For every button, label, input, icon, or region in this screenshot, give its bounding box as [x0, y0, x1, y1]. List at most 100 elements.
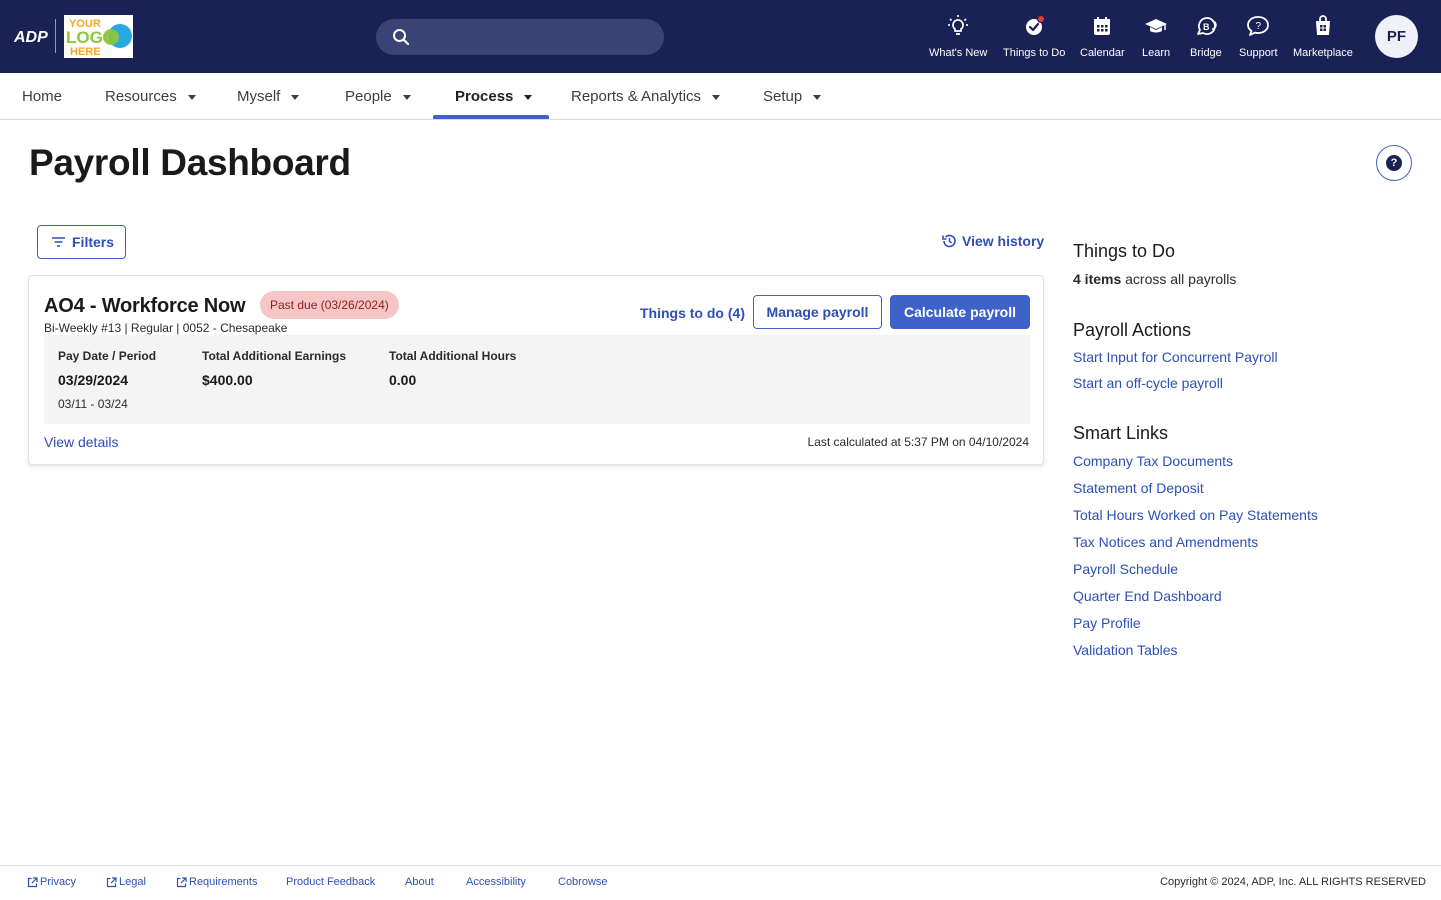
- payroll-actions-heading: Payroll Actions: [1073, 320, 1192, 340]
- footer-link-label: About: [405, 876, 434, 888]
- svg-text:B: B: [1203, 22, 1210, 32]
- link-quarter-end-dashboard[interactable]: Quarter End Dashboard: [1073, 588, 1222, 604]
- menu-label: Reports & Analytics: [571, 88, 702, 105]
- nav-label: What's New: [929, 47, 988, 59]
- last-calculated-text: Last calculated at 5:37 PM on 04/10/2024: [807, 435, 1030, 449]
- footer-link-about[interactable]: About: [405, 876, 434, 888]
- user-avatar[interactable]: PF: [1375, 15, 1418, 58]
- bridge-icon: B: [1196, 17, 1217, 35]
- main-menu: Home Resources Myself People Process Rep…: [0, 73, 1441, 120]
- nav-things-to-do[interactable]: Things to Do: [1003, 14, 1065, 59]
- stat-additional-earnings: Total Additional Earnings $400.00: [202, 349, 346, 388]
- nav-whats-new[interactable]: What's New: [929, 14, 987, 59]
- nav-label: Things to Do: [1003, 47, 1066, 59]
- calendar-icon: [1094, 17, 1111, 35]
- link-total-hours-worked[interactable]: Total Hours Worked on Pay Statements: [1073, 507, 1318, 523]
- nav-bridge[interactable]: B Bridge: [1190, 14, 1222, 59]
- help-icon: ?: [1386, 155, 1402, 171]
- menu-reports-analytics[interactable]: Reports & Analytics: [571, 73, 721, 120]
- manage-payroll-button[interactable]: Manage payroll: [753, 295, 882, 329]
- menu-resources[interactable]: Resources: [105, 73, 196, 120]
- menu-process[interactable]: Process: [455, 73, 533, 120]
- active-tab-indicator: [433, 115, 549, 119]
- link-pay-profile[interactable]: Pay Profile: [1073, 615, 1141, 631]
- nav-support[interactable]: ? Support: [1239, 14, 1278, 59]
- footer-link-accessibility[interactable]: Accessibility: [466, 876, 526, 888]
- link-statement-of-deposit[interactable]: Statement of Deposit: [1073, 480, 1204, 496]
- stat-value: $400.00: [202, 372, 253, 388]
- footer-link-label: Privacy: [40, 876, 77, 888]
- menu-label: Setup: [763, 88, 803, 105]
- link-tax-notices[interactable]: Tax Notices and Amendments: [1073, 534, 1258, 550]
- search-icon: [393, 29, 410, 46]
- nav-label: Support: [1239, 47, 1278, 59]
- stat-label: Pay Date / Period: [58, 349, 157, 363]
- caret-down-icon: [291, 94, 300, 100]
- stat-additional-hours: Total Additional Hours 0.00: [389, 349, 516, 388]
- stat-sub: 03/11 - 03/24: [58, 397, 128, 411]
- caret-down-icon: [813, 94, 822, 100]
- filters-button[interactable]: Filters: [37, 225, 126, 259]
- footer-link-label: Requirements: [189, 876, 258, 888]
- menu-setup[interactable]: Setup: [763, 73, 822, 120]
- menu-label: People: [345, 88, 392, 105]
- view-details-link[interactable]: View details: [44, 434, 118, 450]
- company-logo[interactable]: YOUR LOGO HERE: [64, 15, 133, 58]
- stat-label: Total Additional Earnings: [202, 349, 346, 363]
- copyright-text: Copyright © 2024, ADP, Inc. ALL RIGHTS R…: [1160, 876, 1426, 888]
- menu-people[interactable]: People: [345, 73, 411, 120]
- nav-marketplace[interactable]: Marketplace: [1293, 14, 1353, 59]
- svg-text:ADP: ADP: [14, 29, 48, 46]
- calculate-payroll-button[interactable]: Calculate payroll: [890, 295, 1030, 329]
- menu-label: Home: [22, 88, 63, 105]
- chat-bubble-icon: ?: [1247, 16, 1270, 36]
- footer-link-requirements[interactable]: Requirements: [176, 876, 257, 888]
- things-to-do-count-rest: across all payrolls: [1121, 271, 1237, 287]
- menu-label: Resources: [105, 88, 177, 105]
- nav-label: Bridge: [1190, 47, 1222, 59]
- nav-label: Learn: [1142, 47, 1171, 59]
- link-company-tax-documents[interactable]: Company Tax Documents: [1073, 453, 1233, 469]
- footer-link-legal[interactable]: Legal: [106, 876, 146, 888]
- stat-label: Total Additional Hours: [389, 349, 517, 363]
- link-payroll-schedule[interactable]: Payroll Schedule: [1073, 561, 1178, 577]
- nav-learn[interactable]: Learn: [1142, 14, 1170, 59]
- footer-link-label: Accessibility: [466, 876, 526, 888]
- logo-divider: [55, 19, 56, 53]
- link-start-off-cycle-payroll[interactable]: Start an off-cycle payroll: [1073, 375, 1223, 391]
- things-to-do-link[interactable]: Things to do (4): [640, 305, 745, 321]
- external-link-icon: [106, 876, 117, 887]
- page-title: Payroll Dashboard: [29, 142, 351, 183]
- filter-icon: [52, 237, 65, 247]
- menu-home[interactable]: Home: [22, 73, 62, 120]
- things-to-do-heading: Things to Do: [1073, 241, 1176, 261]
- footer-link-label: Cobrowse: [558, 876, 608, 888]
- check-circle-icon: [1026, 15, 1046, 35]
- filters-label: Filters: [72, 234, 115, 250]
- adp-logo[interactable]: ADP: [14, 26, 48, 46]
- things-to-do-count: 4 items: [1073, 271, 1122, 287]
- payroll-summary-panel: Pay Date / Period 03/29/2024 03/11 - 03/…: [44, 335, 1030, 424]
- stat-pay-date: Pay Date / Period 03/29/2024 03/11 - 03/…: [58, 349, 156, 411]
- stat-value: 0.00: [389, 372, 417, 388]
- marketplace-icon: [1315, 15, 1330, 35]
- footer-link-cobrowse[interactable]: Cobrowse: [558, 876, 608, 888]
- footer-link-privacy[interactable]: Privacy: [27, 876, 76, 888]
- help-button[interactable]: ?: [1376, 145, 1412, 181]
- svg-text:LOGO: LOGO: [66, 28, 116, 47]
- caret-down-icon: [524, 94, 533, 100]
- things-to-do-summary: 4 items across all payrolls: [1073, 271, 1236, 287]
- link-validation-tables[interactable]: Validation Tables: [1073, 642, 1178, 658]
- nav-calendar[interactable]: Calendar: [1080, 14, 1125, 59]
- footer-link-product-feedback[interactable]: Product Feedback: [286, 876, 375, 888]
- caret-down-icon: [187, 94, 196, 100]
- menu-myself[interactable]: Myself: [237, 73, 300, 120]
- payroll-card: AO4 - Workforce Now Past due (03/26/2024…: [28, 275, 1044, 465]
- link-start-concurrent-payroll[interactable]: Start Input for Concurrent Payroll: [1073, 349, 1278, 365]
- view-history-link[interactable]: View history: [941, 233, 1044, 249]
- search-input[interactable]: [376, 19, 664, 55]
- nav-label: Marketplace: [1293, 47, 1353, 59]
- external-link-icon: [27, 876, 38, 887]
- menu-label: Myself: [237, 88, 281, 105]
- smart-links-heading: Smart Links: [1073, 423, 1169, 443]
